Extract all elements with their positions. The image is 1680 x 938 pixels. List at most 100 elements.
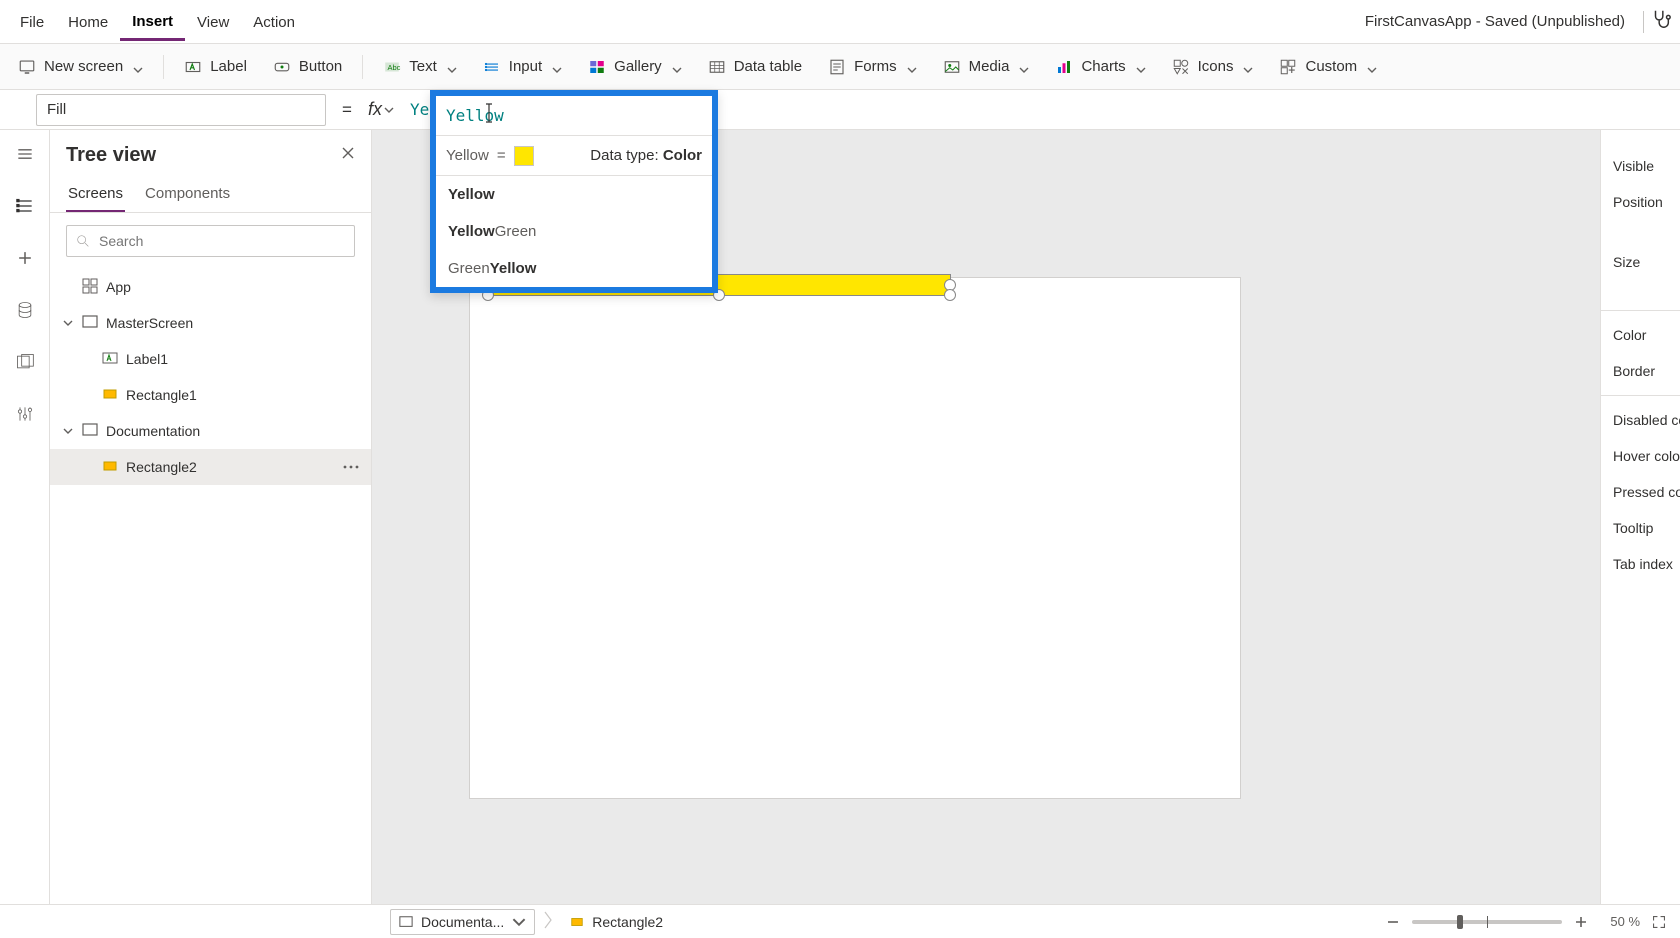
prop-tooltip[interactable]: Tooltip — [1613, 510, 1680, 546]
prop-border[interactable]: Border — [1613, 353, 1680, 389]
menu-insert[interactable]: Insert — [120, 3, 185, 41]
search-icon — [75, 233, 91, 249]
insert-gallery-button[interactable]: Gallery — [578, 52, 692, 82]
chevron-down-icon — [1136, 62, 1146, 72]
rectangle-icon — [102, 458, 118, 477]
screen-icon — [82, 314, 98, 333]
divider — [1643, 11, 1644, 33]
prop-disabled-color[interactable]: Disabled color — [1613, 402, 1680, 438]
data-table-label: Data table — [734, 58, 802, 75]
menu-home[interactable]: Home — [56, 4, 120, 39]
rail-hamburger-icon[interactable] — [11, 140, 39, 168]
close-icon[interactable] — [341, 146, 355, 165]
prop-color[interactable]: Color — [1613, 317, 1680, 353]
tab-screens[interactable]: Screens — [66, 177, 125, 212]
autocomplete-list: Yellow YellowGreen GreenYellow — [436, 176, 712, 287]
input-label: Input — [509, 58, 542, 75]
media-label: Media — [969, 58, 1010, 75]
property-select[interactable]: Fill — [36, 94, 326, 126]
tab-components[interactable]: Components — [143, 177, 232, 212]
panel-title: Tree view — [66, 144, 156, 167]
prop-visible[interactable]: Visible — [1613, 148, 1680, 184]
insert-text-button[interactable]: Abc Text — [373, 52, 467, 82]
resize-handle[interactable] — [944, 289, 956, 301]
app-icon — [82, 278, 98, 297]
rail-advanced-icon[interactable] — [11, 400, 39, 428]
equals-sign: = — [336, 100, 358, 120]
zoom-out-button[interactable] — [1382, 911, 1404, 933]
screen-icon — [82, 422, 98, 441]
insert-forms-button[interactable]: Forms — [818, 52, 927, 82]
gallery-label: Gallery — [614, 58, 662, 75]
prop-hover-color[interactable]: Hover color — [1613, 438, 1680, 474]
tree-node-control[interactable]: Label1 — [50, 341, 371, 377]
tree-node-app[interactable]: App — [50, 269, 371, 305]
rail-media-icon[interactable] — [11, 348, 39, 376]
prop-pressed-color[interactable]: Pressed color — [1613, 474, 1680, 510]
app-checker-icon[interactable] — [1650, 8, 1672, 35]
app-title: FirstCanvasApp - Saved (Unpublished) — [1365, 13, 1637, 30]
chevron-down-icon — [907, 62, 917, 72]
zoom-slider[interactable] — [1412, 920, 1562, 924]
new-screen-button[interactable]: New screen — [8, 52, 153, 82]
prop-position[interactable]: Position — [1613, 184, 1680, 220]
menu-file[interactable]: File — [8, 4, 56, 39]
insert-button-button[interactable]: Button — [263, 52, 352, 82]
forms-label: Forms — [854, 58, 897, 75]
canvas-screen[interactable] — [470, 278, 1240, 798]
insert-icons-button[interactable]: Icons — [1162, 52, 1264, 82]
breadcrumb-separator-icon — [543, 910, 553, 933]
insert-charts-button[interactable]: Charts — [1045, 52, 1155, 82]
prop-tab-index[interactable]: Tab index — [1613, 546, 1680, 582]
equals-sign: = — [497, 147, 506, 164]
insert-label-button[interactable]: Label — [174, 52, 257, 82]
label-icon — [102, 350, 118, 369]
menu-action[interactable]: Action — [241, 4, 307, 39]
menu-view[interactable]: View — [185, 4, 241, 39]
fx-label[interactable]: fx — [368, 99, 394, 120]
search-input[interactable] — [66, 225, 355, 257]
insert-input-button[interactable]: Input — [473, 52, 572, 82]
chevron-down-icon[interactable] — [62, 426, 74, 436]
chevron-down-icon[interactable] — [62, 318, 74, 328]
chevron-down-icon — [1019, 62, 1029, 72]
button-label: Button — [299, 58, 342, 75]
charts-icon — [1055, 58, 1073, 76]
zoom-slider-thumb[interactable] — [1457, 915, 1463, 929]
chevron-down-icon — [1243, 62, 1253, 72]
insert-data-table-button[interactable]: Data table — [698, 52, 812, 82]
search-field[interactable] — [99, 233, 346, 249]
insert-media-button[interactable]: Media — [933, 52, 1040, 82]
label-icon — [184, 58, 202, 76]
autocomplete-item[interactable]: Yellow — [436, 176, 712, 213]
fit-to-window-button[interactable] — [1648, 911, 1670, 933]
icons-icon — [1172, 58, 1190, 76]
autocomplete-item[interactable]: YellowGreen — [436, 213, 712, 250]
prop-size[interactable]: Size — [1613, 244, 1680, 280]
screen-icon — [399, 915, 413, 929]
chevron-down-icon — [1367, 62, 1377, 72]
rail-tree-view-icon[interactable] — [11, 192, 39, 220]
rail-add-icon[interactable] — [11, 244, 39, 272]
zoom-in-button[interactable] — [1570, 911, 1592, 933]
tree-node-screen[interactable]: Documentation — [50, 413, 371, 449]
more-icon[interactable] — [343, 465, 359, 469]
chevron-down-icon — [552, 62, 562, 72]
screen-icon — [18, 58, 36, 76]
breadcrumb-selection[interactable]: Rectangle2 — [561, 909, 672, 935]
breadcrumb-screen[interactable]: Documenta... — [390, 909, 535, 935]
rectangle-icon — [570, 915, 584, 929]
autocomplete-item[interactable]: GreenYellow — [436, 250, 712, 287]
text-label: Text — [409, 58, 437, 75]
media-icon — [943, 58, 961, 76]
autocomplete-input[interactable] — [446, 96, 702, 135]
text-icon: Abc — [383, 58, 401, 76]
tree-node-screen[interactable]: MasterScreen — [50, 305, 371, 341]
tree-node-control-selected[interactable]: Rectangle2 — [50, 449, 371, 485]
insert-custom-button[interactable]: Custom — [1269, 52, 1387, 82]
rail-data-icon[interactable] — [11, 296, 39, 324]
left-rail — [0, 130, 50, 904]
tree-node-control[interactable]: Rectangle1 — [50, 377, 371, 413]
autocomplete-eval-label: Yellow — [446, 147, 489, 164]
input-icon — [483, 58, 501, 76]
